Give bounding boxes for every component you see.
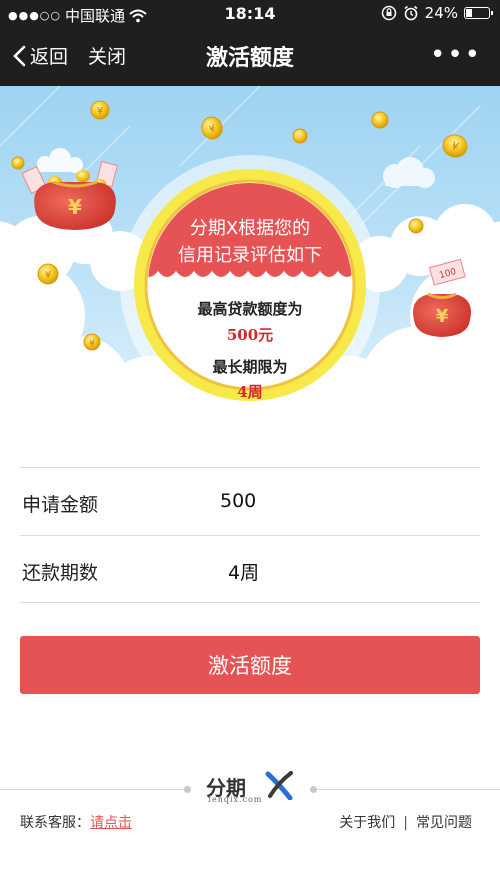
- activate-credit-button[interactable]: 激活额度: [20, 636, 480, 694]
- status-bar: ●●●○○ 中国联通 18:14 24%: [0, 0, 500, 28]
- footer-dot-right: [310, 786, 317, 793]
- svg-text:¥: ¥: [89, 339, 95, 349]
- about-us-link[interactable]: 关于我们: [339, 815, 395, 831]
- faq-link[interactable]: 常见问题: [416, 815, 472, 831]
- svg-text:¥: ¥: [45, 270, 51, 281]
- page-title: 激活额度: [205, 46, 294, 71]
- footer-dot-left: [184, 786, 191, 793]
- contact-service: 联系客服：请点击: [20, 812, 132, 832]
- more-options-button[interactable]: •••: [430, 40, 482, 70]
- credit-banner: ¥ ¥ ¥ ¥ ¥ ¥ 100 ¥ 分期X根据您的 信用记录评估如下 最高贷款额…: [0, 86, 500, 441]
- svg-text:¥: ¥: [68, 195, 82, 219]
- logo-x-icon: [265, 771, 293, 800]
- footer-separator: |: [403, 815, 408, 831]
- status-right: 24%: [381, 4, 493, 22]
- footer-divider-left: [0, 789, 190, 790]
- nav-bar: 返回 关闭 激活额度 •••: [0, 28, 500, 86]
- period-limit-label: 最长期限为: [212, 358, 288, 376]
- footer-logo: 分期 fenqix.com: [200, 770, 300, 806]
- contact-label: 联系客服：: [20, 815, 90, 831]
- period-limit-value: 4周: [237, 383, 263, 401]
- battery-percent: 24%: [424, 4, 458, 22]
- back-button[interactable]: 返回: [12, 42, 68, 69]
- contact-link[interactable]: 请点击: [90, 815, 132, 831]
- close-button[interactable]: 关闭: [88, 42, 126, 69]
- svg-text:¥: ¥: [436, 306, 449, 327]
- period-value[interactable]: 4周: [228, 558, 259, 585]
- amount-label: 申请金额: [22, 494, 99, 516]
- logo-subtext: fenqix.com: [208, 795, 263, 804]
- loan-form: 申请金额 500 还款期数 4周: [20, 467, 480, 603]
- amount-row[interactable]: 申请金额 500: [20, 467, 480, 535]
- battery-icon: [464, 7, 493, 19]
- badge-heading-line1: 分期X根据您的: [189, 218, 311, 239]
- alarm-icon: [404, 5, 418, 21]
- badge-heading-line2: 信用记录评估如下: [178, 245, 322, 266]
- period-label: 还款期数: [22, 562, 99, 584]
- back-label: 返回: [30, 46, 69, 68]
- battery-fill: [466, 9, 472, 17]
- period-row[interactable]: 还款期数 4周: [20, 535, 480, 603]
- footer-divider-right: [310, 789, 500, 790]
- footer-links: 关于我们 | 常见问题: [339, 812, 472, 832]
- amount-value[interactable]: 500: [220, 490, 256, 512]
- limit-value: 500元: [226, 326, 274, 344]
- svg-text:¥: ¥: [97, 106, 103, 117]
- orientation-lock-icon: [381, 5, 396, 21]
- chevron-left-icon: [13, 45, 26, 66]
- limit-label: 最高贷款额度为: [197, 300, 303, 318]
